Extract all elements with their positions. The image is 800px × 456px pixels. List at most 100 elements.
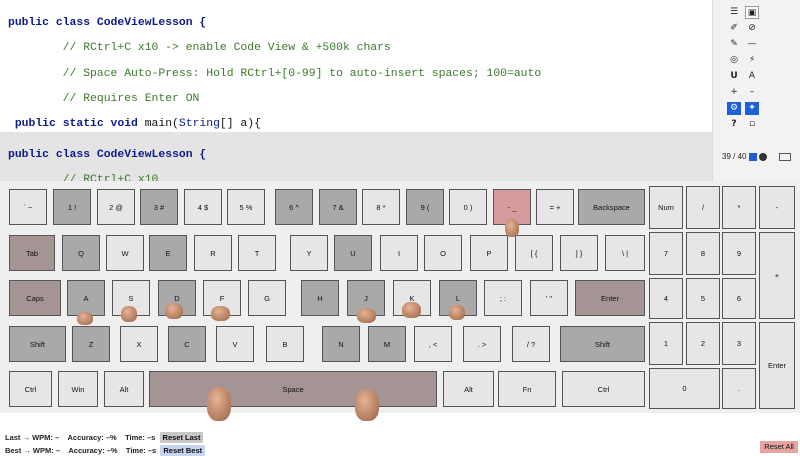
key-1[interactable]: 1 !: [53, 189, 91, 225]
key-equals[interactable]: = +: [536, 189, 574, 225]
key-space[interactable]: Space: [149, 371, 437, 407]
dark-mode-icon[interactable]: [758, 152, 767, 161]
key-num-8[interactable]: 8: [686, 232, 720, 275]
typing-target[interactable]: public class CodeViewLesson { // RCtrl+C…: [0, 132, 712, 186]
minus-icon[interactable]: –: [745, 86, 759, 99]
ruler-icon[interactable]: ✎: [727, 38, 741, 51]
key-num-0[interactable]: 0: [649, 368, 720, 409]
key-slash[interactable]: / ?: [512, 326, 550, 362]
key-2[interactable]: 2 @: [97, 189, 135, 225]
key-caps[interactable]: Caps: [9, 280, 61, 316]
key-q[interactable]: Q: [62, 235, 100, 271]
key-left-bracket[interactable]: [ {: [515, 235, 553, 271]
underline-icon[interactable]: U: [727, 70, 741, 83]
key-5[interactable]: 5 %: [227, 189, 265, 225]
code-line: public class CodeViewLesson {: [8, 16, 207, 29]
key-num-1[interactable]: 1: [649, 322, 683, 365]
key-shift-right[interactable]: Shift: [560, 326, 645, 362]
key-num-9[interactable]: 9: [722, 232, 756, 275]
key-num-minus[interactable]: -: [759, 186, 795, 229]
key-a[interactable]: A: [67, 280, 105, 316]
key-backspace[interactable]: Backspace: [578, 189, 645, 225]
key-u[interactable]: U: [334, 235, 372, 271]
key-ctrl-right[interactable]: Ctrl: [562, 371, 645, 407]
help-icon[interactable]: ?: [727, 118, 741, 131]
key-alt-left[interactable]: Alt: [104, 371, 144, 407]
key-num-divide[interactable]: /: [686, 186, 720, 229]
key-c[interactable]: C: [168, 326, 206, 362]
key-comma[interactable]: , <: [414, 326, 452, 362]
key-z[interactable]: Z: [72, 326, 110, 362]
link-icon[interactable]: ⊘: [745, 22, 759, 35]
eraser-icon[interactable]: ✐: [727, 22, 741, 35]
image-icon[interactable]: ▣: [745, 6, 759, 19]
key-8[interactable]: 8 *: [362, 189, 400, 225]
key-v[interactable]: V: [216, 326, 254, 362]
finger-hint: [165, 303, 183, 319]
bolt-icon[interactable]: ⚡: [745, 54, 759, 67]
key-n[interactable]: N: [322, 326, 360, 362]
key-num-enter[interactable]: Enter: [759, 322, 795, 409]
key-e[interactable]: E: [149, 235, 187, 271]
plus-icon[interactable]: +: [727, 86, 741, 99]
best-wpm: Best → WPM: –: [5, 446, 61, 455]
key-quote[interactable]: ' ": [530, 280, 568, 316]
key-num-6[interactable]: 6: [722, 278, 756, 319]
key-4[interactable]: 4 $: [184, 189, 222, 225]
key-enter[interactable]: Enter: [575, 280, 645, 316]
key-3[interactable]: 3 #: [140, 189, 178, 225]
key-num-3[interactable]: 3: [722, 322, 756, 365]
font-size-icon[interactable]: A: [745, 70, 759, 83]
reset-last-button[interactable]: Reset Last: [159, 432, 204, 443]
key-num-decimal[interactable]: .: [722, 368, 756, 409]
flag-icon[interactable]: [748, 152, 757, 161]
menu-icon[interactable]: ☰: [727, 6, 741, 19]
key-num-4[interactable]: 4: [649, 278, 683, 319]
key-b[interactable]: B: [266, 326, 304, 362]
key-w[interactable]: W: [106, 235, 144, 271]
figure-icon[interactable]: ✦: [745, 102, 759, 115]
key-num-7[interactable]: 7: [649, 232, 683, 275]
key-period[interactable]: . >: [463, 326, 501, 362]
key-numlock[interactable]: Num: [649, 186, 683, 229]
key-semicolon[interactable]: ; :: [484, 280, 522, 316]
key-9[interactable]: 9 (: [406, 189, 444, 225]
key-6[interactable]: 6 ^: [275, 189, 313, 225]
key-o[interactable]: O: [424, 235, 462, 271]
finger-hint: [121, 306, 137, 322]
finger-hint: [77, 312, 93, 325]
key-backtick[interactable]: ` ~: [9, 189, 47, 225]
key-tab[interactable]: Tab: [9, 235, 55, 271]
target-line: public class CodeViewLesson {: [8, 148, 207, 161]
key-i[interactable]: I: [380, 235, 418, 271]
key-num-multiply[interactable]: *: [722, 186, 756, 229]
key-y[interactable]: Y: [290, 235, 328, 271]
key-h[interactable]: H: [301, 280, 339, 316]
key-7[interactable]: 7 &: [319, 189, 357, 225]
key-ctrl-left[interactable]: Ctrl: [9, 371, 52, 407]
key-g[interactable]: G: [248, 280, 286, 316]
key-x[interactable]: X: [120, 326, 158, 362]
target-icon[interactable]: ◎: [727, 54, 741, 67]
status-best: Best → WPM: – Accuracy: –% Time: –s Rese…: [5, 445, 206, 456]
key-r[interactable]: R: [194, 235, 232, 271]
reset-best-button[interactable]: Reset Best: [160, 445, 206, 456]
key-backslash[interactable]: \ |: [605, 235, 645, 271]
key-num-plus[interactable]: +: [759, 232, 795, 319]
key-t[interactable]: T: [238, 235, 276, 271]
keyboard-icon[interactable]: [779, 152, 792, 161]
key-num-2[interactable]: 2: [686, 322, 720, 365]
key-fn[interactable]: Fn: [498, 371, 556, 407]
dash-icon[interactable]: —: [745, 38, 759, 51]
key-shift-left[interactable]: Shift: [9, 326, 66, 362]
key-win[interactable]: Win: [58, 371, 98, 407]
close-icon[interactable]: ▫: [745, 118, 759, 131]
key-alt-right[interactable]: Alt: [443, 371, 494, 407]
key-p[interactable]: P: [470, 235, 508, 271]
key-num-5[interactable]: 5: [686, 278, 720, 319]
key-right-bracket[interactable]: ] }: [560, 235, 598, 271]
gear-icon[interactable]: ⚙: [727, 102, 741, 115]
key-m[interactable]: M: [368, 326, 406, 362]
key-0[interactable]: 0 ): [449, 189, 487, 225]
reset-all-button[interactable]: Reset All: [760, 441, 798, 453]
